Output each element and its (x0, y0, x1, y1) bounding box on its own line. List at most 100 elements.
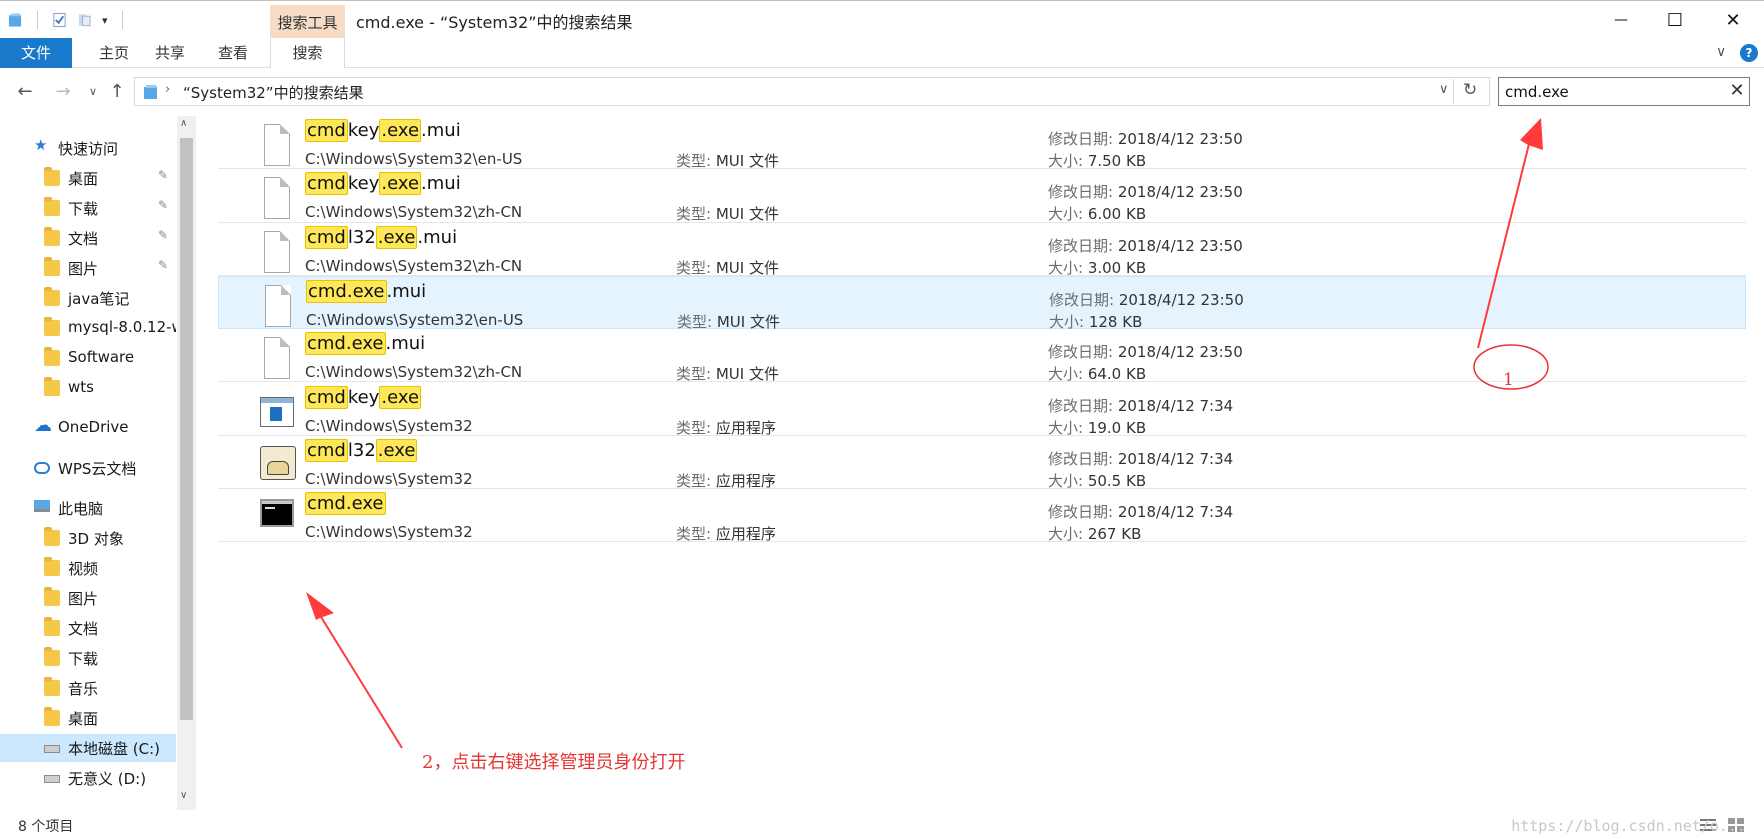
sidebar-item[interactable]: 图片 (0, 584, 176, 612)
modified-label: 修改日期: (1048, 183, 1118, 202)
file-row[interactable]: cmd key .exe .mui C:\Windows\System32\zh-CN 类… (218, 169, 1746, 224)
up-button[interactable]: ↑ (104, 80, 130, 104)
address-bar[interactable]: › “System32”中的搜索结果 › ∨ ↻ (134, 77, 1490, 106)
sidebar-item[interactable]: 音乐 (0, 674, 176, 702)
file-size: 大小: 50.5 KB (1048, 470, 1146, 491)
file-row[interactable]: cmd.exe .mui C:\Windows\System32\zh-CN 类型: … (218, 329, 1746, 383)
type-value: 应用程序 (715, 471, 776, 490)
search-tools-context-tab: 搜索工具 (270, 5, 345, 38)
help-icon[interactable]: ? (1740, 44, 1758, 62)
breadcrumb-separator-icon[interactable]: › (357, 82, 362, 97)
document-icon (265, 284, 291, 327)
music-folder-icon (44, 677, 60, 696)
sidebar-item-label: 下载 (68, 650, 99, 668)
file-row[interactable]: cmd l32 .exe C:\Windows\System32 类型: 应用程序 修改日… (218, 436, 1746, 491)
sidebar-item[interactable]: 3D 对象 (0, 524, 176, 552)
refresh-button[interactable]: ↻ (1463, 80, 1477, 100)
forward-button[interactable]: → (50, 80, 76, 104)
sidebar-item[interactable]: 下载 (0, 644, 176, 672)
search-match-highlight: .exe (379, 385, 422, 409)
sidebar-item[interactable]: 桌面 ✎ (0, 164, 176, 192)
sidebar-item[interactable]: 下载 ✎ (0, 194, 176, 222)
breadcrumb[interactable]: “System32”中的搜索结果 (183, 82, 364, 103)
type-value: 应用程序 (715, 418, 776, 437)
scrollbar-thumb[interactable] (180, 138, 193, 720)
sidebar-item[interactable]: ☁ OneDrive (0, 414, 176, 442)
file-row[interactable]: cmd.exe C:\Windows\System32 类型: 应用程序 修改日期: … (218, 489, 1746, 544)
tab-share[interactable]: 共享 (140, 38, 200, 68)
minimize-button[interactable]: — (1592, 1, 1650, 39)
search-input[interactable] (1505, 81, 1715, 103)
sidebar-item[interactable]: 此电脑 (0, 494, 176, 522)
file-name[interactable]: cmd key .exe (305, 385, 422, 409)
pin-icon[interactable]: ✎ (158, 228, 168, 242)
file-path: C:\Windows\System32\en-US (305, 150, 523, 168)
scroll-down-icon[interactable]: ∨ (180, 790, 187, 801)
search-box[interactable]: ✕ (1498, 77, 1750, 106)
annotation-arrow-2 (306, 592, 403, 749)
file-row[interactable]: cmd.exe .mui C:\Windows\System32\en-US 类型: … (218, 275, 1746, 331)
properties-icon[interactable] (52, 12, 67, 28)
tab-view[interactable]: 查看 (203, 38, 263, 68)
maximize-button[interactable]: ☐ (1646, 1, 1704, 39)
sidebar-item[interactable]: Software (0, 344, 176, 372)
back-button[interactable]: ← (12, 80, 38, 104)
sidebar-item[interactable]: WPS云文档 (0, 454, 176, 482)
annotation-number-1: 1 (1503, 370, 1514, 390)
file-name[interactable]: cmd.exe (305, 492, 386, 516)
search-match-highlight: .exe (375, 225, 418, 249)
modified-value: 2018/4/12 23:50 (1117, 130, 1243, 148)
tab-home[interactable]: 主页 (84, 38, 144, 68)
clear-search-button[interactable]: ✕ (1727, 80, 1747, 102)
sidebar-item-label: 文档 (68, 230, 99, 248)
close-window-button[interactable]: ✕ (1704, 1, 1762, 39)
recent-locations-button[interactable]: ∨ (80, 80, 106, 104)
sidebar-item[interactable]: 视频 (0, 554, 176, 582)
new-folder-icon[interactable] (77, 12, 92, 28)
modified-label: 修改日期: (1048, 503, 1118, 522)
file-name[interactable]: cmd.exe .mui (306, 279, 426, 303)
modified-value: 2018/4/12 7:34 (1117, 503, 1234, 522)
document-icon (264, 177, 290, 220)
sidebar-item[interactable]: 文档 (0, 614, 176, 642)
address-dropdown-button[interactable]: ∨ (1439, 82, 1449, 97)
pin-icon[interactable]: ✎ (158, 198, 168, 212)
pin-icon[interactable]: ✎ (158, 258, 168, 272)
tab-search[interactable]: 搜索 (270, 38, 345, 68)
scroll-up-icon[interactable]: ∧ (180, 118, 187, 129)
sidebar-item[interactable]: ★ 快速访问 (0, 134, 176, 162)
sidebar-item-label: 本地磁盘 (C:) (68, 740, 160, 758)
annotation-instruction: 2，点击右键选择管理员身份打开 (422, 752, 686, 773)
sidebar-item[interactable]: mysql-8.0.12-w (0, 314, 176, 342)
folder-icon (44, 377, 60, 396)
file-name[interactable]: cmd.exe .mui (305, 332, 425, 356)
sidebar-item[interactable]: 图片 ✎ (0, 254, 176, 282)
search-match-highlight: cmd (305, 172, 348, 196)
type-label: 类型: (676, 258, 716, 277)
tab-file[interactable]: 文件 (0, 38, 72, 68)
file-row[interactable]: cmd key .exe .mui C:\Windows\System32\en-US 类… (218, 116, 1746, 170)
file-type: 类型: MUI 文件 (676, 203, 779, 224)
app-window-pane (270, 406, 282, 421)
file-name[interactable]: cmd key .exe .mui (305, 172, 461, 196)
ribbon-expand-button[interactable]: ∨ (1716, 44, 1726, 60)
ribbon-tabs: 文件 主页 共享 查看 搜索 ∨ ? (0, 38, 1764, 68)
file-row[interactable]: cmd l32 .exe .mui C:\Windows\System32\zh-CN 类… (218, 223, 1746, 277)
sidebar-item[interactable]: wts (0, 374, 176, 402)
customize-toolbar-dropdown[interactable]: ▾ (102, 14, 108, 27)
sidebar-item[interactable]: 本地磁盘 (C:) (0, 734, 176, 762)
breadcrumb-separator-icon[interactable]: › (165, 82, 170, 97)
search-results-location-icon (144, 85, 157, 99)
sidebar-item[interactable]: java笔记 (0, 284, 176, 312)
type-value: 应用程序 (715, 525, 776, 544)
file-name[interactable]: cmd l32 .exe .mui (305, 225, 457, 249)
file-row[interactable]: cmd key .exe C:\Windows\System32 类型: 应用程序 修改日… (218, 383, 1746, 437)
pin-icon[interactable]: ✎ (158, 168, 168, 182)
sidebar-item[interactable]: 无意义 (D:) (0, 764, 176, 792)
minimize-icon: — (1614, 12, 1628, 28)
sidebar-item[interactable]: 桌面 (0, 704, 176, 732)
file-name[interactable]: cmd key .exe .mui (305, 119, 461, 142)
sidebar-item[interactable]: 文档 ✎ (0, 224, 176, 252)
file-name[interactable]: cmd l32 .exe (305, 438, 418, 462)
type-label: 类型: (676, 152, 716, 170)
